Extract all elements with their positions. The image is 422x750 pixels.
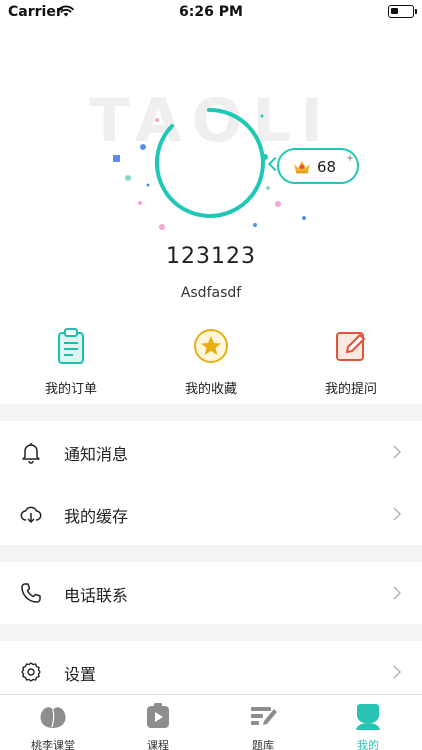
clock: 6:26 PM (179, 4, 243, 20)
chevron-right-icon (393, 507, 402, 521)
chevron-right-icon (393, 665, 402, 679)
crown-icon (294, 161, 310, 174)
status-bar: Carrier 6:26 PM (0, 0, 422, 24)
menu-settings-label: 设置 (64, 665, 97, 684)
section-divider (0, 404, 422, 421)
play-icon (147, 703, 169, 728)
menu-notifications[interactable]: 通知消息 (0, 421, 422, 483)
profile-icon (356, 704, 380, 730)
my-favorites-button[interactable]: 我的收藏 (161, 326, 261, 397)
my-questions-button[interactable]: 我的提问 (301, 326, 401, 397)
my-favorites-label: 我的收藏 (184, 382, 237, 397)
my-orders-button[interactable]: 我的订单 (21, 326, 121, 397)
sparkle-icon (346, 154, 354, 162)
menu-phone-label: 电话联系 (64, 586, 129, 605)
edit-icon (336, 332, 365, 361)
peach-icon (40, 707, 66, 728)
clipboard-icon (58, 328, 84, 364)
star-icon (194, 329, 228, 363)
bell-icon (22, 443, 40, 464)
cloud-download-icon (20, 506, 42, 524)
settings-icon (21, 662, 41, 682)
section-divider (0, 624, 422, 641)
tab-taoli-label: 桃李课堂 (31, 739, 75, 750)
chevron-right-icon (393, 586, 402, 600)
my-questions-label: 我的提问 (324, 382, 377, 397)
tab-courses-label: 课程 (147, 739, 169, 750)
menu-cache[interactable]: 我的缓存 (0, 483, 422, 545)
menu-notifications-label: 通知消息 (64, 445, 129, 464)
phone-icon (21, 583, 41, 603)
chevron-right-icon (393, 445, 402, 459)
menu-phone-contact[interactable]: 电话联系 (0, 562, 422, 624)
section-divider (0, 545, 422, 562)
tab-question-bank-label: 题库 (252, 739, 274, 750)
battery-icon (388, 5, 417, 18)
my-orders-label: 我的订单 (44, 382, 97, 397)
nickname: Asdfasdf (180, 285, 242, 301)
tab-bar: 桃李课堂 课程 题库 我的 (0, 694, 422, 750)
quick-actions: 我的订单 我的收藏 我的提问 (0, 326, 422, 397)
tab-taoli-classroom[interactable]: 桃李课堂 (18, 701, 88, 750)
tab-mine[interactable]: 我的 (333, 701, 403, 750)
level-number: 68 (317, 158, 337, 176)
tab-mine-label: 我的 (357, 739, 379, 750)
question-bank-icon (251, 707, 277, 725)
menu-cache-label: 我的缓存 (64, 507, 129, 526)
level-badge: 68 (277, 148, 359, 184)
tab-courses[interactable]: 课程 (123, 701, 193, 750)
tab-question-bank[interactable]: 题库 (228, 701, 298, 750)
username: 123123 (166, 244, 256, 269)
